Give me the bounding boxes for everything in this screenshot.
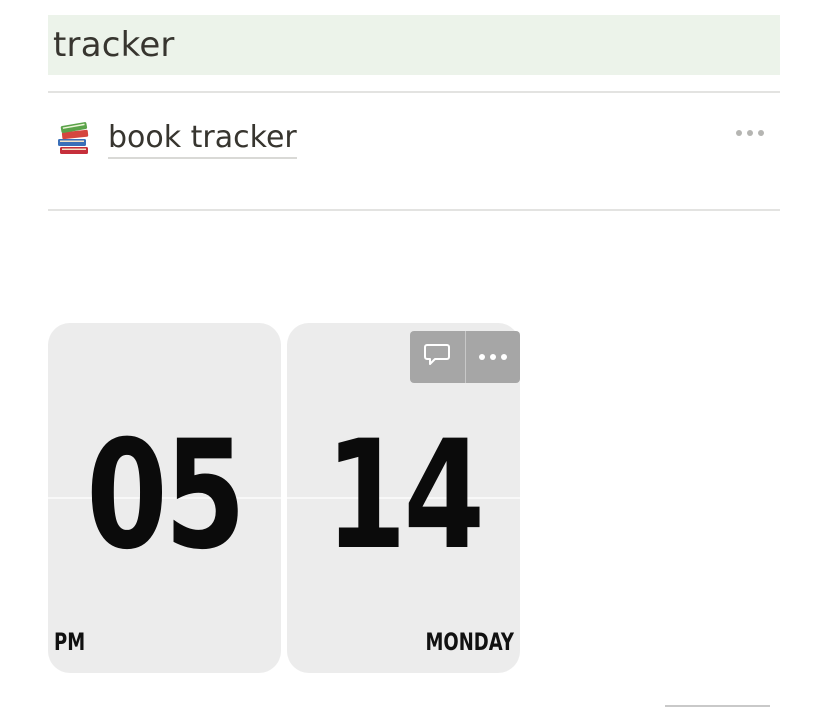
section-header: tracker	[48, 15, 780, 75]
more-options-button[interactable]	[466, 331, 521, 383]
clock-period: PM	[54, 628, 86, 656]
comment-button[interactable]	[410, 331, 465, 383]
comment-icon	[423, 342, 451, 373]
embed-toolbar	[410, 331, 520, 383]
clock-hour-card: 05 PM	[48, 323, 281, 673]
clock-hour: 05	[86, 409, 246, 583]
section-title[interactable]: tracker	[53, 25, 175, 65]
divider	[48, 91, 780, 93]
clock-day: 14	[325, 409, 485, 583]
clock-weekday: MONDAY	[425, 628, 514, 656]
notion-page: tracker book tracker 05 PM 14 MONDAY	[0, 0, 828, 707]
more-horizontal-icon	[478, 354, 507, 360]
more-horizontal-icon[interactable]	[736, 130, 764, 136]
divider	[48, 209, 780, 211]
books-icon	[56, 122, 92, 158]
page-link-label[interactable]: book tracker	[108, 119, 297, 159]
page-link-book-tracker[interactable]: book tracker	[48, 110, 780, 170]
